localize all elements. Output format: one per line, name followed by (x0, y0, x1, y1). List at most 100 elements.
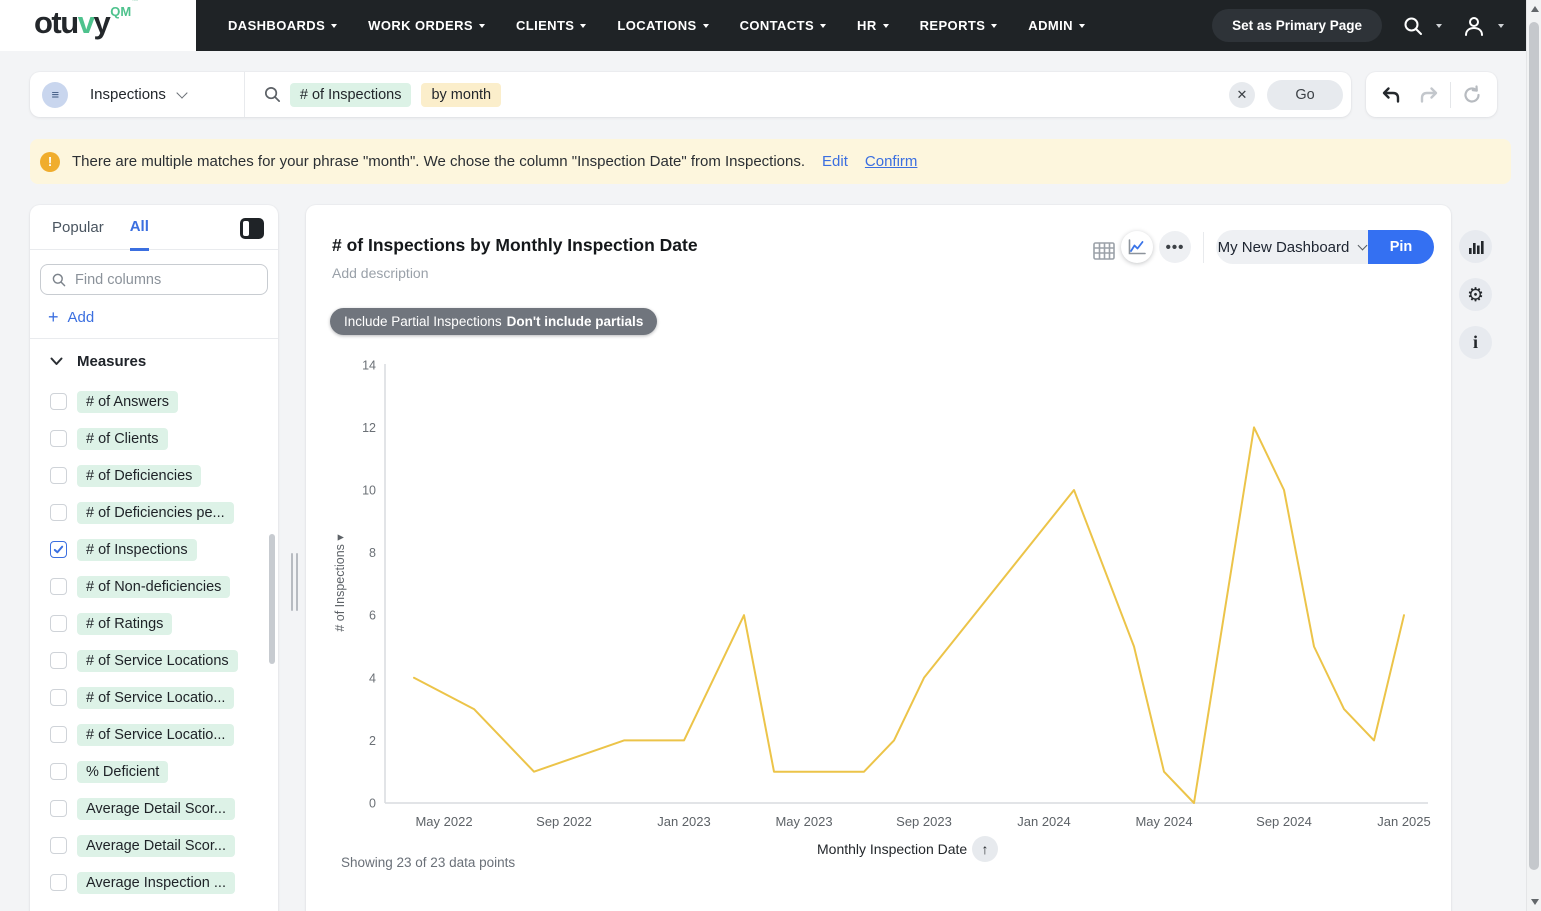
query-tag-measure[interactable]: # of Inspections (289, 82, 412, 107)
checkbox[interactable] (50, 874, 67, 891)
sidebar-item[interactable]: # of Deficiencies (30, 457, 278, 494)
clear-query-button[interactable]: ✕ (1229, 81, 1255, 108)
table-view-icon[interactable] (1093, 241, 1115, 260)
sidebar-item[interactable]: # of Service Locations (30, 642, 278, 679)
checkbox[interactable] (50, 578, 67, 595)
sidebar-scrollbar-thumb[interactable] (269, 534, 275, 664)
user-icon (1465, 16, 1483, 36)
chart-options-button[interactable] (1459, 230, 1492, 263)
sidebar-item[interactable]: Average Detail Scor... (30, 827, 278, 864)
sidebar-item[interactable]: # of Answers (30, 383, 278, 420)
sidebar-item[interactable]: # of Ratings (30, 605, 278, 642)
divider (1450, 81, 1451, 108)
sidebar-item-label: # of Ratings (77, 612, 173, 635)
set-primary-page-button[interactable]: Set as Primary Page (1212, 9, 1382, 42)
sidebar-item-label: # of Deficiencies (77, 464, 202, 487)
global-search-menu[interactable] (1402, 15, 1442, 37)
chevron-down-icon (882, 23, 889, 28)
chart-view-icon-active[interactable] (1121, 231, 1153, 263)
tab-all[interactable]: All (129, 205, 149, 251)
x-axis-field-selector[interactable]: Monthly Inspection Date (817, 841, 986, 857)
sidebar-item[interactable]: # of Clients (30, 420, 278, 457)
search-icon (1404, 17, 1422, 35)
checkbox[interactable] (50, 504, 67, 521)
collapse-panel-icon[interactable] (240, 218, 264, 239)
dataset-menu-icon[interactable]: ≡ (42, 81, 68, 108)
scroll-down-arrow-icon[interactable] (1531, 899, 1539, 905)
add-column-button[interactable]: + Add (48, 308, 278, 326)
dashboard-selector[interactable]: My New Dashboard (1216, 230, 1368, 264)
add-description-placeholder[interactable]: Add description (332, 265, 429, 281)
tab-popular[interactable]: Popular (52, 206, 104, 249)
pin-button[interactable]: Pin (1368, 230, 1434, 264)
settings-button[interactable]: ⚙ (1459, 278, 1492, 311)
user-account-menu[interactable] (1462, 15, 1504, 37)
sidebar-item[interactable]: # of Deficiencies pe... (30, 494, 278, 531)
checkbox[interactable] (50, 763, 67, 780)
checkbox[interactable] (50, 689, 67, 706)
sidebar-item[interactable]: # of Inspections (30, 531, 278, 568)
banner-edit-link[interactable]: Edit (822, 153, 848, 170)
y-tick-label: 8 (369, 546, 376, 560)
go-button[interactable]: Go (1267, 79, 1343, 110)
checkbox-checked[interactable] (50, 541, 67, 558)
scrollbar-thumb[interactable] (1529, 22, 1539, 870)
more-options-button[interactable]: ••• (1159, 231, 1191, 263)
nav-item-reports[interactable]: REPORTS (920, 18, 998, 33)
sidebar-item-label: # of Deficiencies pe... (77, 501, 234, 524)
sidebar-item[interactable]: # of Service Locatio... (30, 716, 278, 753)
checkbox[interactable] (50, 615, 67, 632)
sidebar-item[interactable]: Average Detail Scor... (30, 790, 278, 827)
nav-item-locations[interactable]: LOCATIONS (617, 18, 709, 33)
dataset-selector[interactable]: Inspections (90, 86, 188, 103)
panel-resizer-handle[interactable] (291, 553, 299, 611)
search-icon (52, 273, 66, 286)
nav-item-clients[interactable]: CLIENTS (516, 18, 587, 33)
nav-item-hr[interactable]: HR (857, 18, 889, 33)
columns-list-container: Measures # of Answers # of Clients # of De… (30, 338, 278, 898)
sidebar-item[interactable]: # of Service Locatio... (30, 679, 278, 716)
checkbox[interactable] (50, 726, 67, 743)
sort-direction-button[interactable]: ↑ (972, 836, 998, 862)
logo-trademark: ™ (131, 0, 139, 5)
nav-item-admin[interactable]: ADMIN (1028, 18, 1085, 33)
query-search-input[interactable]: # of Inspections by month (263, 82, 1229, 107)
plus-icon: + (48, 307, 59, 327)
sidebar-item-label: Average Detail Scor... (77, 797, 235, 820)
chevron-down-icon (580, 23, 587, 28)
measures-section-header[interactable]: Measures (30, 339, 278, 383)
app-window: otuvy QM ™ DASHBOARDS WORK ORDERS CLIENTS L… (0, 0, 1541, 911)
checkbox[interactable] (50, 800, 67, 817)
checkbox[interactable] (50, 430, 67, 447)
checkbox[interactable] (50, 652, 67, 669)
chevron-down-icon (176, 86, 188, 99)
find-columns-input[interactable] (75, 271, 245, 288)
scroll-up-arrow-icon[interactable] (1531, 6, 1539, 12)
find-columns-box (40, 264, 268, 295)
checkbox[interactable] (50, 393, 67, 410)
partial-inspections-filter-chip[interactable]: Include Partial Inspections Don't include… (330, 308, 658, 335)
info-button[interactable]: i (1459, 326, 1492, 359)
x-tick-label: May 2024 (1135, 814, 1192, 829)
sidebar-item[interactable]: % Deficient (30, 753, 278, 790)
chevron-down-icon (820, 23, 827, 28)
line-chart[interactable]: 0 2 4 6 8 10 12 14 May 2022 Sep 2022 Jan 2023 May 2… (330, 350, 1435, 840)
query-tag-date[interactable]: by month (421, 82, 502, 107)
nav-item-work-orders[interactable]: WORK ORDERS (368, 18, 485, 33)
redo-button[interactable] (1418, 84, 1440, 106)
undo-button[interactable] (1380, 84, 1402, 106)
refresh-button[interactable] (1461, 84, 1483, 106)
logo-qm-badge: QM (110, 4, 132, 19)
chevron-down-icon (1078, 23, 1085, 28)
sidebar-item-label: % Deficient (77, 760, 169, 783)
nav-item-dashboards[interactable]: DASHBOARDS (228, 18, 338, 33)
page-scrollbar[interactable] (1526, 0, 1541, 911)
checkbox[interactable] (50, 467, 67, 484)
nav-item-contacts[interactable]: CONTACTS (740, 18, 827, 33)
sidebar-item[interactable]: # of Non-deficiencies (30, 568, 278, 605)
chevron-down-icon (50, 357, 63, 365)
sidebar-item[interactable]: Average Inspection ... (30, 864, 278, 898)
checkbox[interactable] (50, 837, 67, 854)
banner-confirm-link[interactable]: Confirm (865, 153, 918, 170)
brand-logo[interactable]: otuvy QM ™ (0, 0, 196, 51)
